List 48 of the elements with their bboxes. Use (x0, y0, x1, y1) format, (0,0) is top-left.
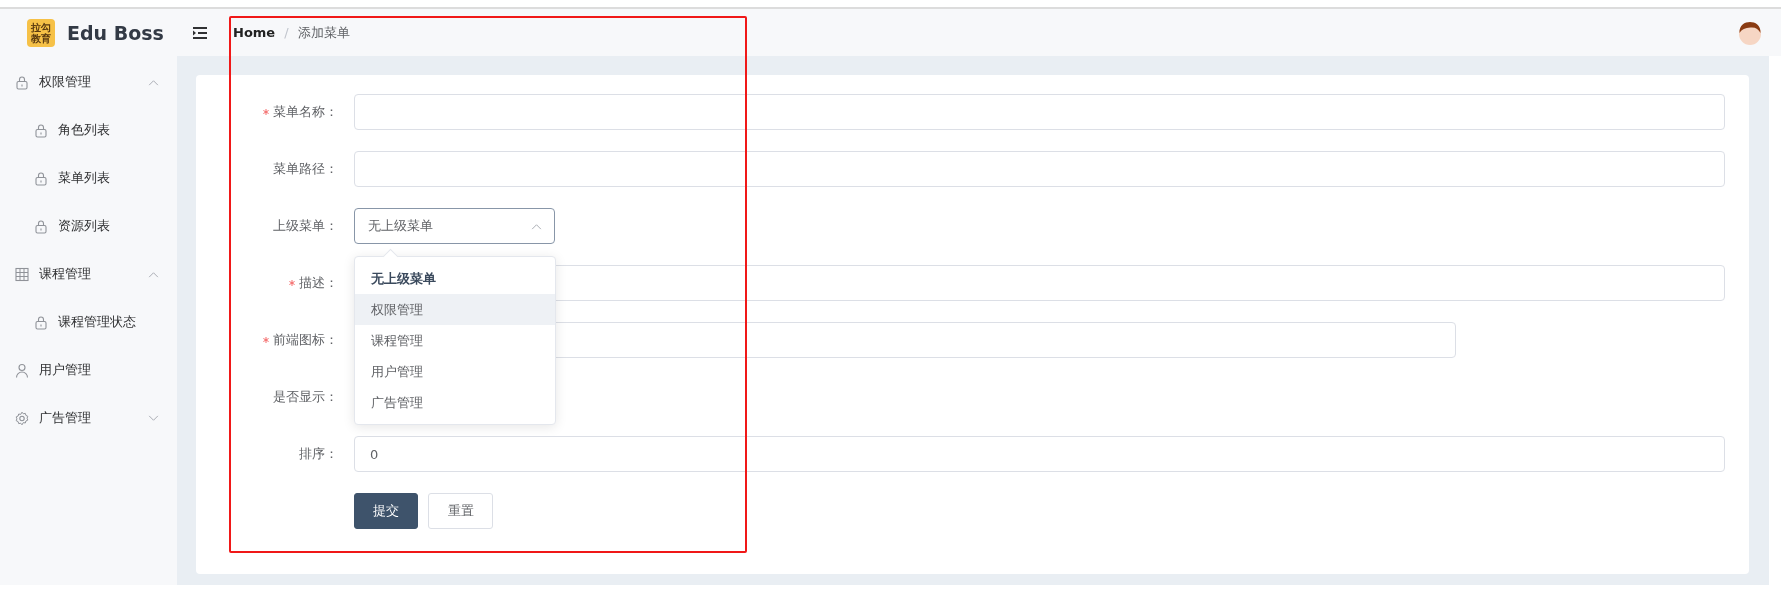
gear-icon (15, 410, 29, 426)
submenu-item[interactable]: 角色列表 (0, 106, 177, 154)
dropdown-option[interactable]: 广告管理 (355, 387, 555, 418)
required-mark-icon (289, 280, 295, 286)
field-label: 上级菜单： (273, 217, 338, 235)
lock-icon (34, 122, 48, 138)
text-field[interactable] (354, 94, 1725, 130)
breadcrumb-item[interactable]: Home (233, 25, 276, 40)
field-label: 菜单路径： (273, 160, 338, 178)
breadcrumb-separator: / (284, 25, 289, 40)
dropdown-option[interactable]: 权限管理 (355, 294, 555, 325)
submenu-item[interactable]: 菜单列表 (0, 154, 177, 202)
breadcrumb-item: 添加菜单 (297, 23, 350, 42)
text-field[interactable] (354, 151, 1725, 187)
field-label: 前端图标： (273, 331, 338, 349)
field-label: 是否显示： (273, 388, 338, 406)
dropdown-option[interactable]: 无上级菜单 (355, 263, 555, 294)
dropdown-option[interactable]: 课程管理 (355, 325, 555, 356)
grid-icon (15, 266, 29, 282)
submenu-item[interactable]: 资源列表 (0, 202, 177, 250)
menu-item[interactable]: 权限管理 (0, 58, 177, 106)
lock-icon (34, 314, 48, 330)
menu-icon[interactable] (192, 25, 208, 40)
chevron-up-icon (148, 78, 159, 86)
menu-item[interactable]: 广告管理 (0, 394, 177, 442)
logo: 拉勾 教育 (27, 18, 55, 47)
required-mark-icon (263, 109, 269, 115)
chevron-down-icon (148, 414, 159, 422)
user-icon (15, 362, 29, 378)
required-mark-icon (263, 337, 269, 343)
menu-item[interactable]: 用户管理 (0, 346, 177, 394)
select-field[interactable]: 无上级菜单 (354, 208, 555, 244)
lock-icon (15, 74, 29, 90)
submit-button[interactable]: 提交 (354, 493, 418, 529)
text-field[interactable]: 0 (354, 436, 1725, 472)
reset-button[interactable]: 重置 (428, 493, 493, 529)
app-title: Edu Boss (67, 21, 164, 44)
avatar[interactable] (1737, 19, 1763, 46)
menu-item[interactable]: 课程管理 (0, 250, 177, 298)
lock-icon (34, 170, 48, 186)
lock-icon (34, 218, 48, 234)
submenu-item[interactable]: 课程管理状态 (0, 298, 177, 346)
chevron-up-icon (148, 270, 159, 278)
field-label: 描述： (299, 274, 338, 292)
field-label: 排序： (299, 445, 338, 463)
chevron-up-icon (531, 222, 542, 230)
field-label: 菜单名称： (273, 103, 338, 121)
dropdown-option[interactable]: 用户管理 (355, 356, 555, 387)
